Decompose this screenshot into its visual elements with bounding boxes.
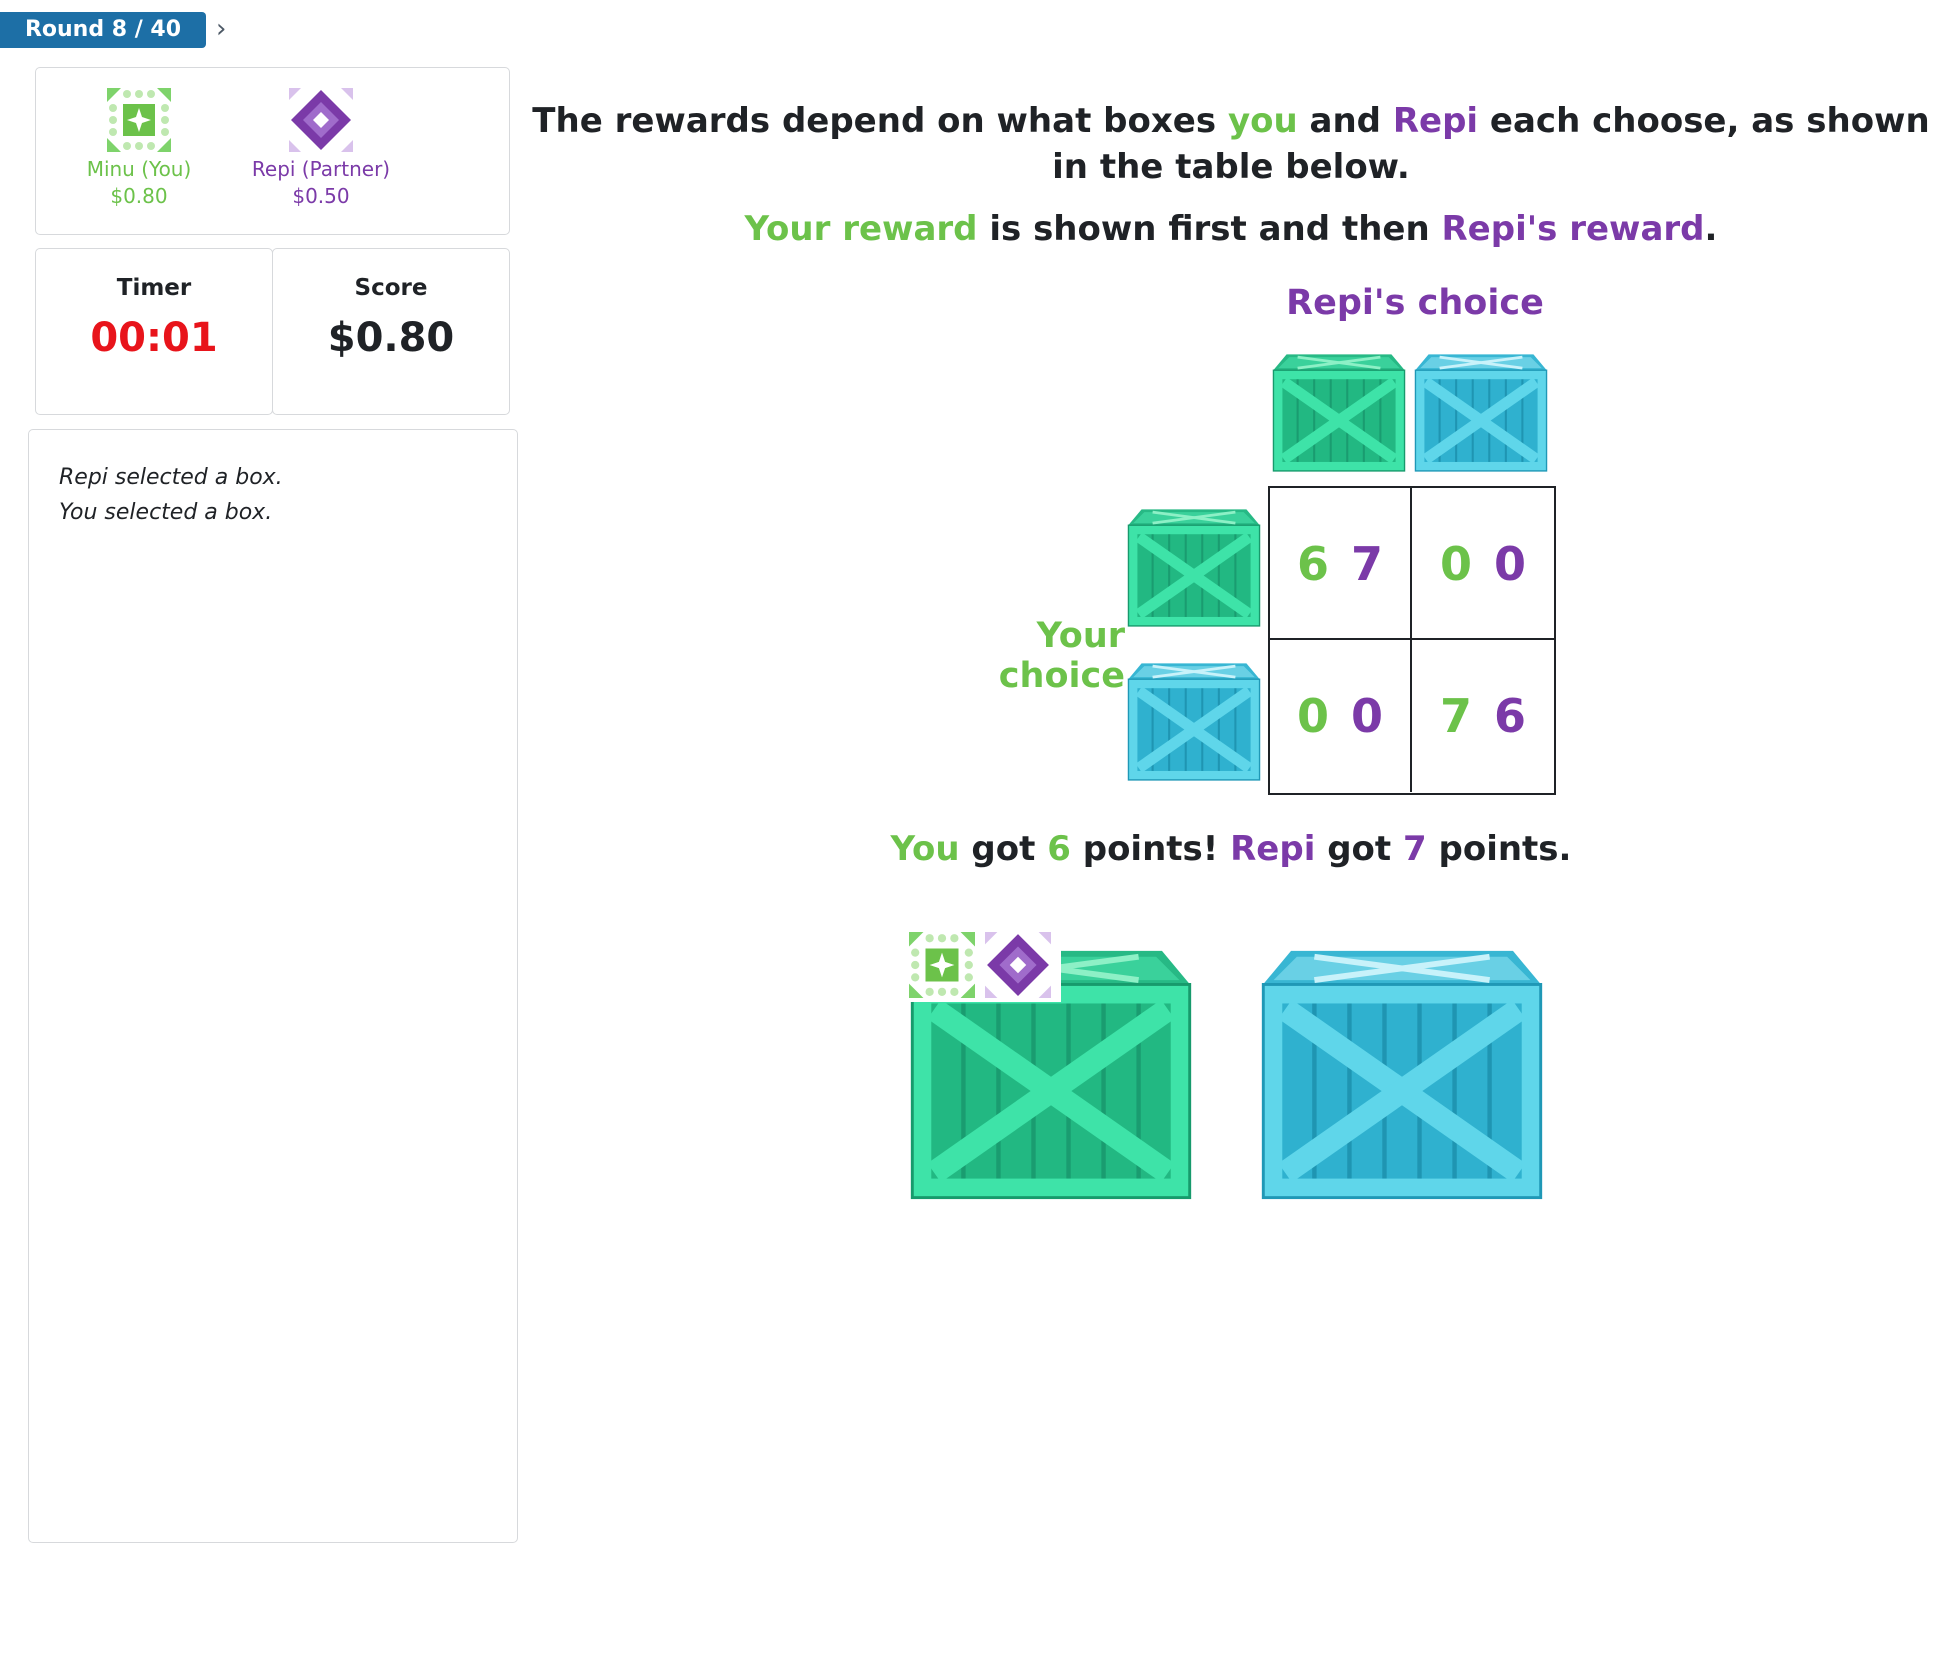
timer-label: Timer bbox=[116, 275, 192, 301]
instructions-headline: The rewards depend on what boxes you and… bbox=[515, 98, 1947, 190]
chevron-right-icon[interactable]: › bbox=[216, 14, 226, 44]
result-repi-points: 7 bbox=[1402, 829, 1427, 869]
your-choice-label: Your choice bbox=[998, 616, 1125, 696]
purple-diamond-quilt-icon bbox=[985, 932, 1051, 998]
timer-value: 00:01 bbox=[90, 315, 218, 361]
score-value: $0.80 bbox=[327, 315, 455, 361]
selection-markers bbox=[909, 928, 1061, 1002]
round-indicator: Round 8 / 40 bbox=[0, 12, 206, 48]
subline-text: . bbox=[1704, 209, 1718, 249]
green-star-quilt-icon bbox=[107, 88, 171, 152]
result-text: got bbox=[959, 829, 1048, 869]
payoff-you: 0 bbox=[1439, 537, 1472, 591]
blue-crate-icon bbox=[1412, 335, 1550, 473]
blue-crate-icon bbox=[1125, 644, 1263, 782]
headline-text: and bbox=[1297, 101, 1393, 141]
result-text: got bbox=[1315, 829, 1403, 869]
headline-text: The rewards depend on what boxes bbox=[532, 101, 1228, 141]
log-entry: You selected a box. bbox=[59, 500, 273, 525]
player-partner-amount: $0.50 bbox=[292, 184, 350, 208]
payoff-table: 67 00 00 76 bbox=[1268, 486, 1556, 795]
payoff-repi: 0 bbox=[1351, 689, 1384, 743]
player-you-amount: $0.80 bbox=[110, 184, 168, 208]
log-entry: Repi selected a box. bbox=[59, 465, 283, 490]
timer-panel: Timer 00:01 bbox=[35, 248, 273, 415]
player-you: Minu (You) $0.80 bbox=[64, 88, 214, 210]
blue-crate-option[interactable] bbox=[1256, 910, 1548, 1202]
result-text: points! bbox=[1070, 829, 1231, 869]
subline-repi-reward: Repi's reward bbox=[1441, 209, 1705, 249]
payoff-repi: 6 bbox=[1494, 689, 1527, 743]
event-log: Repi selected a box. You selected a box. bbox=[28, 429, 518, 1543]
player-partner-name: Repi (Partner) bbox=[251, 157, 391, 181]
result-you: You bbox=[890, 829, 960, 869]
payoff-cell: 00 bbox=[1270, 640, 1412, 792]
players-panel: Minu (You) $0.80 Repi (Partner) $0.50 bbox=[35, 67, 510, 235]
green-crate-icon bbox=[1125, 490, 1263, 628]
score-panel: Score $0.80 bbox=[272, 248, 510, 415]
green-crate-icon bbox=[1270, 335, 1408, 473]
result-repi: Repi bbox=[1230, 829, 1316, 869]
player-partner: Repi (Partner) $0.50 bbox=[246, 88, 396, 210]
result-you-points: 6 bbox=[1047, 829, 1071, 869]
player-you-name: Minu (You) bbox=[86, 157, 192, 181]
score-label: Score bbox=[354, 275, 428, 301]
repi-choice-label: Repi's choice bbox=[1286, 283, 1544, 323]
headline-you: you bbox=[1227, 101, 1298, 141]
payoff-repi: 7 bbox=[1351, 537, 1384, 591]
instructions-subline: Your reward is shown first and then Repi… bbox=[515, 206, 1947, 252]
payoff-cell: 76 bbox=[1412, 640, 1554, 792]
subline-your-reward: Your reward bbox=[744, 209, 978, 249]
subline-text: is shown first and then bbox=[977, 209, 1442, 249]
payoff-cell: 67 bbox=[1270, 488, 1412, 640]
payoff-you: 6 bbox=[1296, 537, 1329, 591]
result-text: points. bbox=[1426, 829, 1572, 869]
purple-diamond-quilt-icon bbox=[289, 88, 353, 152]
payoff-you: 7 bbox=[1439, 689, 1472, 743]
round-result: You got 6 points! Repi got 7 points. bbox=[515, 826, 1947, 872]
payoff-you: 0 bbox=[1296, 689, 1329, 743]
payoff-cell: 00 bbox=[1412, 488, 1554, 640]
headline-repi: Repi bbox=[1392, 101, 1479, 141]
payoff-repi: 0 bbox=[1494, 537, 1527, 591]
green-star-quilt-icon bbox=[909, 932, 975, 998]
